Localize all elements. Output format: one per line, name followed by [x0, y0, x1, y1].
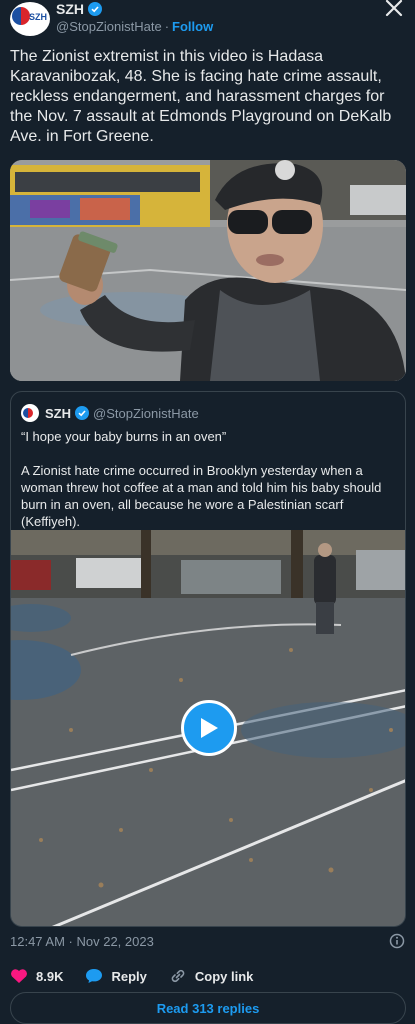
- verified-badge-icon: [88, 2, 102, 16]
- tweet-photo[interactable]: [10, 160, 406, 381]
- follow-button[interactable]: Follow: [172, 19, 213, 34]
- like-count: 8.9K: [36, 968, 64, 984]
- quoted-video[interactable]: [11, 530, 405, 926]
- avatar-logo-text: SZH: [29, 12, 47, 22]
- quoted-tweet-header: SZH @StopZionistHate: [21, 404, 199, 422]
- verified-badge-icon: [75, 406, 89, 420]
- quoted-author-avatar: [21, 404, 39, 422]
- quoted-author-handle: @StopZionistHate: [93, 405, 199, 421]
- reply-bubble-icon: [86, 969, 103, 983]
- author-name-row: SZH: [56, 1, 102, 17]
- photo-scene: [10, 160, 406, 381]
- quoted-text-line1: “I hope your baby burns in an oven”: [21, 429, 227, 444]
- like-button[interactable]: 8.9K: [10, 968, 63, 984]
- author-name[interactable]: SZH: [56, 1, 84, 17]
- reply-label: Reply: [111, 968, 147, 984]
- copy-link-button[interactable]: Copy link: [169, 968, 254, 984]
- heart-icon: [11, 969, 27, 983]
- author-handle[interactable]: @StopZionistHate: [56, 19, 162, 34]
- tweet-header: SZH SZH @StopZionistHate · Follow: [10, 0, 405, 40]
- reply-button[interactable]: Reply: [85, 968, 147, 984]
- quoted-avatar-logo: [23, 408, 33, 418]
- quoted-author-name: SZH: [45, 405, 71, 421]
- copy-link-label: Copy link: [194, 968, 254, 984]
- tweet-text: The Zionist extremist in this video is H…: [10, 48, 392, 145]
- quoted-tweet[interactable]: SZH @StopZionistHate “I hope your baby b…: [10, 391, 406, 927]
- tweet-actions: 8.9K Reply Copy link: [10, 965, 390, 987]
- author-avatar[interactable]: SZH: [10, 2, 50, 36]
- close-icon[interactable]: [383, 0, 405, 19]
- author-handle-row: @StopZionistHate · Follow: [56, 19, 213, 34]
- read-replies-button[interactable]: Read 313 replies: [10, 992, 406, 1024]
- separator-dot: ·: [164, 19, 170, 34]
- info-icon[interactable]: [389, 933, 405, 949]
- play-icon: [201, 718, 218, 738]
- link-icon: [171, 969, 185, 983]
- avatar-logo-circle: [12, 7, 30, 25]
- play-button[interactable]: [181, 700, 237, 756]
- tweet-timestamp[interactable]: 12:47 AM · Nov 22, 2023: [10, 934, 154, 949]
- quoted-text-line2: A Zionist hate crime occurred in Brookly…: [21, 463, 382, 529]
